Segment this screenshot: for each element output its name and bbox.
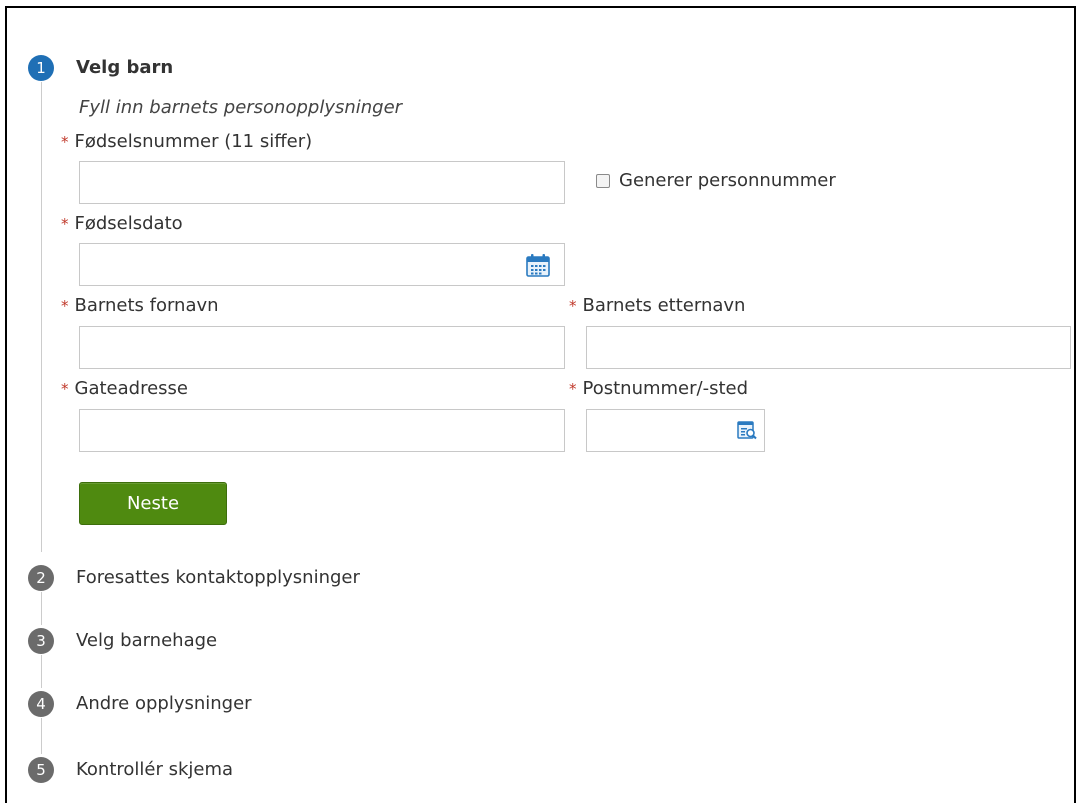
lookup-icon[interactable] (736, 419, 758, 441)
generate-personnummer-label[interactable]: Generer personnummer (619, 170, 836, 191)
step-5-title[interactable]: Kontrollér skjema (76, 759, 233, 780)
form-subtitle: Fyll inn barnets personopplysninger (79, 97, 403, 118)
last-name-label-text: Barnets etternavn (582, 295, 746, 316)
step-2-number: 2 (28, 565, 54, 591)
required-marker: * (61, 133, 69, 151)
next-button[interactable]: Neste (79, 482, 227, 525)
step-2-title[interactable]: Foresattes kontaktopplysninger (76, 567, 360, 588)
last-name-input[interactable] (586, 326, 1071, 369)
first-name-label-text: Barnets fornavn (74, 295, 219, 316)
required-marker: * (61, 297, 69, 315)
form-frame (5, 6, 1076, 803)
last-name-label: * Barnets etternavn (569, 295, 745, 316)
birth-number-label-text: Fødselsnummer (11 siffer) (74, 131, 313, 152)
calendar-icon[interactable] (525, 252, 551, 278)
birth-date-label: * Fødselsdato (61, 213, 183, 234)
step-connector (41, 592, 42, 625)
birth-number-label: * Fødselsnummer (11 siffer) (61, 131, 312, 152)
required-marker: * (569, 297, 577, 315)
first-name-label: * Barnets fornavn (61, 295, 219, 316)
postal-code-label-text: Postnummer/-sted (582, 378, 749, 399)
step-1-title[interactable]: Velg barn (76, 57, 173, 78)
step-connector (41, 655, 42, 688)
required-marker: * (569, 380, 577, 398)
birth-number-input[interactable] (79, 161, 565, 204)
required-marker: * (61, 380, 69, 398)
birth-date-label-text: Fødselsdato (74, 213, 183, 234)
step-4-title[interactable]: Andre opplysninger (76, 693, 252, 714)
first-name-input[interactable] (79, 326, 565, 369)
generate-personnummer-checkbox[interactable] (596, 174, 610, 188)
step-3-number: 3 (28, 628, 54, 654)
step-connector (41, 718, 42, 754)
postal-code-label: * Postnummer/-sted (569, 378, 748, 399)
step-5-number: 5 (28, 757, 54, 783)
street-address-input[interactable] (79, 409, 565, 452)
step-1-number: 1 (28, 55, 54, 81)
street-address-label-text: Gateadresse (74, 378, 188, 399)
street-address-label: * Gateadresse (61, 378, 188, 399)
birth-date-input[interactable] (79, 243, 565, 286)
step-3-title[interactable]: Velg barnehage (76, 630, 217, 651)
step-4-number: 4 (28, 691, 54, 717)
required-marker: * (61, 215, 69, 233)
step-connector (41, 82, 42, 552)
